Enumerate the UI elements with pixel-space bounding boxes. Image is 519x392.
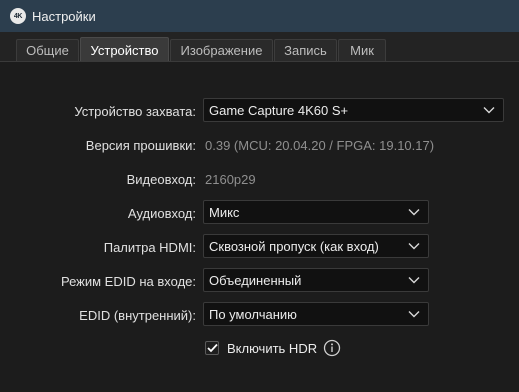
audio-input-label: Аудиовход:	[127, 206, 196, 221]
edid-internal-label: EDID (внутренний):	[79, 308, 196, 323]
hdmi-palette-select[interactable]: Сквозной пропуск (как вход)	[203, 234, 429, 258]
chevron-down-icon	[483, 107, 495, 114]
hdmi-palette-label: Палитра HDMI:	[103, 240, 196, 255]
audio-input-value: Микс	[209, 204, 240, 220]
capture-device-value: Game Capture 4K60 S+	[209, 102, 349, 118]
info-icon[interactable]	[323, 339, 341, 357]
chevron-down-icon	[408, 311, 420, 318]
audio-input-select[interactable]: Микс	[203, 200, 429, 224]
hdr-label[interactable]: Включить HDR	[227, 341, 317, 356]
edid-mode-label: Режим EDID на входе:	[60, 274, 196, 289]
tab-mic[interactable]: Мик	[338, 39, 386, 61]
edid-internal-select[interactable]: По умолчанию	[203, 302, 429, 326]
chevron-down-icon	[408, 243, 420, 250]
checkmark-icon	[206, 343, 218, 353]
firmware-value: 0.39 (MCU: 20.04.20 / FPGA: 19.10.17)	[205, 138, 435, 153]
video-input-value: 2160p29	[205, 172, 256, 187]
hdr-checkbox[interactable]	[205, 341, 219, 355]
title-bar: 4K Настройки	[0, 0, 519, 32]
tab-image[interactable]: Изображение	[170, 39, 273, 61]
hdmi-palette-value: Сквозной пропуск (как вход)	[209, 238, 379, 254]
edid-mode-select[interactable]: Объединенный	[203, 268, 429, 292]
tab-device[interactable]: Устройство	[80, 37, 169, 62]
edid-mode-value: Объединенный	[209, 272, 302, 288]
settings-window: 4K Настройки Общие Устройство Изображени…	[0, 0, 519, 392]
tab-bar: Общие Устройство Изображение Запись Мик	[0, 32, 519, 62]
capture-device-label: Устройство захвата:	[74, 104, 196, 119]
chevron-down-icon	[408, 209, 420, 216]
edid-internal-value: По умолчанию	[209, 306, 297, 322]
tab-recording[interactable]: Запись	[274, 39, 337, 61]
tab-general[interactable]: Общие	[16, 39, 79, 61]
firmware-label: Версия прошивки:	[85, 138, 196, 153]
video-input-label: Видеовход:	[126, 172, 196, 187]
device-settings-panel: Устройство захвата: Game Capture 4K60 S+…	[0, 62, 519, 392]
app-logo-icon: 4K	[10, 8, 26, 24]
window-title: Настройки	[32, 8, 96, 24]
chevron-down-icon	[408, 277, 420, 284]
capture-device-select[interactable]: Game Capture 4K60 S+	[203, 98, 504, 122]
hdr-option: Включить HDR	[205, 338, 341, 358]
